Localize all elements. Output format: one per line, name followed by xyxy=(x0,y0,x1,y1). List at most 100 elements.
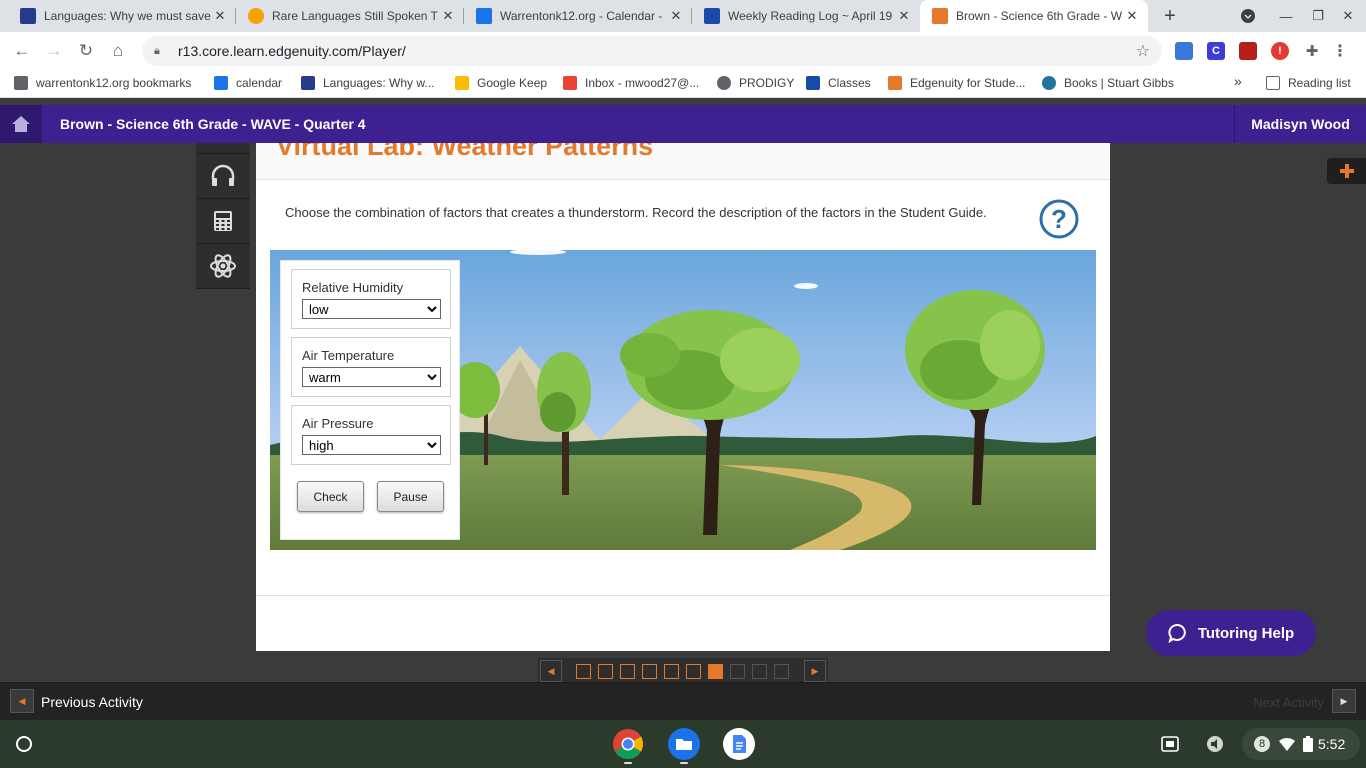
help-icon[interactable]: ? xyxy=(1039,199,1079,239)
close-icon[interactable]: ✕ xyxy=(896,8,912,24)
extension-stop-icon[interactable]: ! xyxy=(1271,42,1289,60)
temperature-control: Air Temperature warm xyxy=(291,337,451,397)
edgenuity-icon xyxy=(888,76,902,90)
chrome-app-icon[interactable] xyxy=(612,728,644,760)
humidity-control: Relative Humidity low xyxy=(291,269,451,329)
pressure-label: Air Pressure xyxy=(302,416,374,431)
activity-pager: ◀ ▶ xyxy=(538,658,828,682)
pressure-select[interactable]: high xyxy=(302,435,441,455)
pager-page[interactable] xyxy=(730,664,745,679)
tab-favicon xyxy=(248,8,264,24)
tutoring-help-label: Tutoring Help xyxy=(1197,624,1295,642)
bookmark-calendar[interactable]: calendar xyxy=(214,76,282,90)
media-controls-icon[interactable] xyxy=(1203,732,1227,756)
phone-hub-icon[interactable] xyxy=(1158,732,1182,756)
pager-page[interactable] xyxy=(686,664,701,679)
minimize-icon[interactable]: — xyxy=(1274,4,1298,28)
science-tool-button[interactable] xyxy=(196,244,250,289)
bookmark-label: Edgenuity for Stude... xyxy=(910,76,1026,90)
user-name-button[interactable]: Madisyn Wood xyxy=(1234,105,1366,143)
previous-arrow-icon[interactable]: ◀ xyxy=(10,689,34,713)
home-icon[interactable]: ⌂ xyxy=(106,39,130,63)
close-icon[interactable]: ✕ xyxy=(668,8,684,24)
tutoring-help-button[interactable]: Tutoring Help xyxy=(1146,610,1316,656)
bookmark-inbox[interactable]: Inbox - mwood27@... xyxy=(563,76,699,90)
pager-next-icon[interactable]: ▶ xyxy=(804,660,826,682)
browser-tab-edgenuity[interactable]: Brown - Science 6th Grade - W ✕ xyxy=(920,0,1148,32)
extension-c-icon[interactable]: C xyxy=(1207,42,1225,60)
new-tab-icon[interactable]: + xyxy=(1158,4,1182,28)
close-icon[interactable]: ✕ xyxy=(212,8,228,24)
atom-icon xyxy=(210,254,236,278)
address-bar[interactable]: 🔒︎ r13.core.learn.edgenuity.com/Player/ … xyxy=(142,36,1162,66)
battery-icon xyxy=(1296,732,1320,756)
forward-icon[interactable]: → xyxy=(42,39,66,63)
pager-page[interactable] xyxy=(598,664,613,679)
files-app-icon[interactable] xyxy=(668,728,700,760)
temperature-select[interactable]: warm xyxy=(302,367,441,387)
bookmark-label: Languages: Why w... xyxy=(323,76,435,90)
pager-page[interactable] xyxy=(774,664,789,679)
weather-scene: Relative Humidity low Air Temperature wa… xyxy=(270,250,1096,550)
close-icon[interactable]: ✕ xyxy=(440,8,456,24)
browser-tab-calendar[interactable]: Warrentonk12.org - Calendar - ✕ xyxy=(464,0,692,32)
home-icon xyxy=(12,116,30,132)
pager-page[interactable] xyxy=(664,664,679,679)
headphones-icon xyxy=(211,164,235,186)
menu-icon[interactable]: ⋮ xyxy=(1331,42,1349,60)
tab-favicon xyxy=(476,8,492,24)
tab-title: Warrentonk12.org - Calendar - xyxy=(500,9,663,23)
humidity-select[interactable]: low xyxy=(302,299,441,319)
bookmark-star-icon[interactable]: ☆ xyxy=(1136,41,1150,61)
home-button[interactable] xyxy=(0,105,42,143)
extensions-puzzle-icon[interactable]: ✚ xyxy=(1303,42,1321,60)
check-button[interactable]: Check xyxy=(297,481,364,512)
bookmark-classes[interactable]: Classes xyxy=(806,76,871,90)
pager-page[interactable] xyxy=(752,664,767,679)
lock-icon: 🔒︎ xyxy=(154,44,160,57)
bookmark-google-keep[interactable]: Google Keep xyxy=(455,76,547,90)
browser-tab-languages[interactable]: Languages: Why we must save ✕ xyxy=(8,0,236,32)
pager-page-current[interactable] xyxy=(708,664,723,679)
pager-page[interactable] xyxy=(576,664,591,679)
bookmark-languages[interactable]: Languages: Why w... xyxy=(301,76,434,90)
url-text: r13.core.learn.edgenuity.com/Player/ xyxy=(178,43,406,59)
pager-page[interactable] xyxy=(620,664,635,679)
previous-activity-link[interactable]: Previous Activity xyxy=(41,694,143,710)
extension-icon[interactable] xyxy=(1175,42,1193,60)
bookmark-folder[interactable]: warrentonk12.org bookmarks xyxy=(14,76,191,90)
panel-divider xyxy=(256,595,1110,596)
back-icon[interactable]: ← xyxy=(10,39,34,63)
browser-toolbar: ← → ↻ ⌂ 🔒︎ r13.core.learn.edgenuity.com/… xyxy=(0,32,1366,70)
tool-partial[interactable] xyxy=(196,143,250,154)
launcher-icon[interactable] xyxy=(12,732,36,756)
bookmark-prodigy[interactable]: PRODIGY xyxy=(717,76,794,90)
pressure-control: Air Pressure high xyxy=(291,405,451,465)
audio-tool-button[interactable] xyxy=(196,154,250,199)
bookmark-edgenuity[interactable]: Edgenuity for Stude... xyxy=(888,76,1025,90)
restore-icon[interactable]: ❐ xyxy=(1306,4,1330,28)
reading-list[interactable]: Reading list xyxy=(1266,76,1351,90)
extension-book-icon[interactable] xyxy=(1239,42,1257,60)
tab-search-icon[interactable] xyxy=(1236,4,1260,28)
pager-page[interactable] xyxy=(642,664,657,679)
bookmark-label: PRODIGY xyxy=(739,76,795,90)
clock[interactable]: 5:52 xyxy=(1318,736,1345,752)
close-icon[interactable]: ✕ xyxy=(1124,8,1140,24)
more-bookmarks-icon[interactable]: » xyxy=(1234,73,1242,89)
bookmark-stuart-gibbs[interactable]: Books | Stuart Gibbs xyxy=(1042,76,1174,90)
close-window-icon[interactable]: ✕ xyxy=(1336,4,1360,28)
tab-strip: Languages: Why we must save ✕ Rare Langu… xyxy=(0,0,1366,32)
pager-prev-icon[interactable]: ◀ xyxy=(540,660,562,682)
browser-tab-rare-languages[interactable]: Rare Languages Still Spoken T ✕ xyxy=(236,0,464,32)
next-activity-link[interactable]: Next Activity xyxy=(1253,695,1324,710)
reload-icon[interactable]: ↻ xyxy=(74,39,98,63)
calculator-tool-button[interactable] xyxy=(196,199,250,244)
next-arrow-icon[interactable]: ▶ xyxy=(1332,689,1356,713)
lab-instructions: Choose the combination of factors that c… xyxy=(285,205,987,220)
docs-app-icon[interactable] xyxy=(723,728,755,760)
browser-tab-reading-log[interactable]: Weekly Reading Log ~ April 19 ✕ xyxy=(692,0,920,32)
globe-icon xyxy=(717,76,731,90)
pause-button[interactable]: Pause xyxy=(377,481,444,512)
expand-plus-button[interactable] xyxy=(1327,158,1366,184)
